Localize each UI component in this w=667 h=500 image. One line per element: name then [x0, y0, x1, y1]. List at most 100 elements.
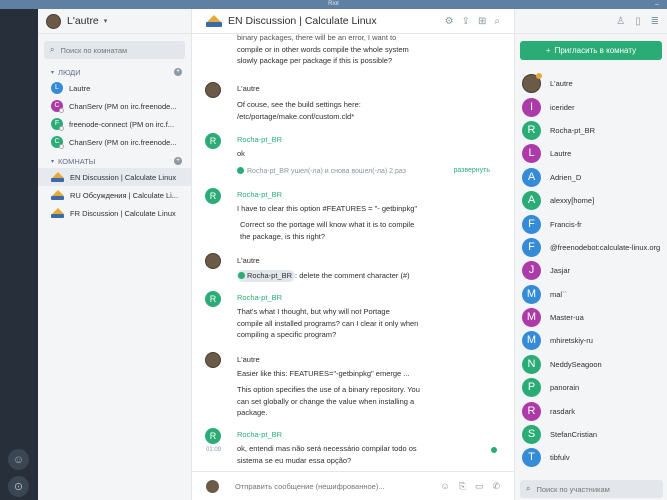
message-body: Correct so the portage will know what it…: [240, 219, 480, 242]
member-avatar: I: [522, 97, 541, 117]
room-search-input[interactable]: [60, 45, 179, 55]
add-person-icon[interactable]: +: [174, 68, 182, 76]
member-item[interactable]: S StefanCristian: [515, 423, 667, 446]
member-item[interactable]: R Rocha-pt_BR: [515, 119, 667, 142]
section-people[interactable]: ▾ ЛЮДИ +: [38, 65, 191, 79]
member-item[interactable]: Ppanorain: [515, 376, 667, 399]
member-avatar: J: [522, 261, 541, 281]
member-item[interactable]: Mmhiretskiy-ru: [515, 329, 667, 352]
spaces-bar: ☺ ⊙: [0, 9, 38, 500]
message-timeline[interactable]: binary packages, there will be an error,…: [192, 34, 514, 471]
room-list-panel: L'autre ▾ ⌕ ▾ ЛЮДИ + L Lautre C ChanServ (P…: [38, 9, 192, 500]
right-panel-tabs: ♙ ▯ ≣: [515, 9, 667, 34]
search-icon: ⌕: [526, 484, 531, 493]
room-item-label: EN Discussion | Calculate Linux: [70, 172, 177, 182]
files-icon[interactable]: ▯: [635, 16, 641, 27]
search-icon: ⌕: [50, 45, 55, 54]
room-header: EN Discussion | Calculate Linux ⚙ ⇪ ⊞ ⌕: [192, 9, 514, 34]
add-room-icon[interactable]: +: [174, 157, 182, 165]
members-icon[interactable]: ♙: [616, 16, 625, 27]
member-item[interactable]: M Master-ua: [515, 306, 667, 329]
message-line: Correct so the portage will know what it…: [240, 220, 415, 229]
sender-avatar[interactable]: R: [205, 188, 221, 204]
user-menu[interactable]: L'autre ▾: [38, 9, 191, 34]
person-avatar: C: [51, 136, 64, 149]
message-body: Rocha-pt_BR: delete the comment characte…: [237, 270, 477, 282]
room-avatar: [51, 189, 64, 201]
member-item[interactable]: Aalexxy[home]: [515, 189, 667, 212]
member-name: Rocha-pt_BR: [550, 125, 596, 135]
member-name: mal``: [550, 289, 568, 299]
attachment-icon[interactable]: ⎘: [459, 481, 466, 492]
sender-avatar[interactable]: R: [205, 291, 221, 307]
member-name: @freenodebot:calculate-linux.org: [550, 242, 661, 252]
search-icon[interactable]: ⌕: [494, 16, 500, 27]
people-item-label: freenode-connect (PM on irc.f...: [69, 119, 175, 129]
member-item[interactable]: L Lautre: [515, 142, 667, 165]
member-item[interactable]: F @freenodebot:calculate-linux.org: [515, 236, 667, 259]
people-item-label: Lautre: [69, 83, 91, 93]
room-item[interactable]: FR Discussion | Calculate Linux: [38, 204, 191, 222]
people-icon[interactable]: ☺: [8, 449, 29, 470]
video-call-icon[interactable]: ▭: [475, 481, 484, 492]
sender-name[interactable]: L'autre: [237, 256, 260, 265]
member-name: StefanCristian: [550, 430, 598, 440]
member-item[interactable]: L'autre: [515, 72, 667, 95]
member-item[interactable]: N NeddySeagoon: [515, 353, 667, 376]
minimize-icon[interactable]: –: [655, 0, 659, 9]
room-item[interactable]: RU Обсуждения | Calculate Li...: [38, 186, 191, 204]
member-search-input[interactable]: [536, 484, 647, 494]
user-pill[interactable]: Rocha-pt_BR: [237, 270, 296, 282]
sender-avatar[interactable]: [205, 352, 221, 368]
sender-name[interactable]: L'autre: [237, 84, 260, 93]
explore-icon[interactable]: ⊙: [8, 476, 29, 497]
member-item[interactable]: Rrasdark: [515, 399, 667, 422]
member-item[interactable]: Iicerider: [515, 95, 667, 118]
invite-button[interactable]: + Пригласить в комнату: [520, 41, 662, 60]
sender-name[interactable]: Rocha-pt_BR: [237, 190, 282, 199]
message-line: compiling a specific program?: [237, 330, 337, 339]
message-body: Easier like this: FEATURES="-getbinpkg" …: [237, 369, 410, 378]
room-item[interactable]: EN Discussion | Calculate Linux: [38, 168, 191, 186]
message-body: binary packages, there will be an error,…: [237, 34, 477, 67]
room-avatar[interactable]: [206, 14, 222, 28]
member-name: rasdark: [550, 406, 576, 416]
read-receipt-icon[interactable]: [491, 447, 497, 453]
member-avatar: M: [522, 331, 541, 351]
member-avatar: [522, 73, 542, 94]
people-item[interactable]: Ffreenode-connect (PM on irc.f...: [38, 115, 191, 133]
notifications-icon[interactable]: ≣: [651, 16, 659, 27]
room-title[interactable]: EN Discussion | Calculate Linux: [228, 15, 377, 27]
apps-icon[interactable]: ⊞: [478, 16, 486, 27]
people-item[interactable]: C ChanServ (PM on irc.freenode...: [38, 133, 191, 151]
sender-avatar[interactable]: [205, 82, 221, 98]
member-item[interactable]: F Francis-fr: [515, 212, 667, 235]
member-avatar: M: [522, 284, 541, 304]
message-line: ok, entendi mas não será necessário comp…: [237, 444, 417, 453]
sender-avatar[interactable]: [205, 253, 221, 269]
sender-name[interactable]: L'autre: [237, 355, 260, 364]
share-icon[interactable]: ⇪: [462, 16, 470, 27]
section-rooms[interactable]: ▾ КОМНАТЫ +: [38, 154, 191, 168]
message-input[interactable]: [235, 481, 415, 491]
room-avatar: [51, 207, 64, 219]
sender-name[interactable]: Rocha-pt_BR: [237, 293, 282, 302]
expand-link[interactable]: развернуть: [453, 167, 490, 174]
member-item[interactable]: Ttibfulv: [515, 446, 667, 469]
member-avatar: S: [522, 425, 541, 445]
settings-icon[interactable]: ⚙: [445, 16, 454, 27]
message-line: compile all installed programs? can I cl…: [237, 318, 419, 328]
member-item[interactable]: Mmal``: [515, 283, 667, 306]
sender-name[interactable]: Rocha-pt_BR: [237, 135, 282, 144]
people-item[interactable]: L Lautre: [38, 79, 191, 97]
people-item[interactable]: C ChanServ (PM on irc.freenode...: [38, 97, 191, 115]
voice-call-icon[interactable]: ✆: [492, 481, 500, 492]
sender-name[interactable]: Rocha-pt_BR: [237, 430, 282, 439]
member-item[interactable]: A Adrien_D: [515, 166, 667, 189]
sender-avatar[interactable]: R: [205, 428, 221, 444]
message-composer: ☺ ⎘ ▭ ✆: [192, 471, 514, 500]
member-item[interactable]: J Jasjar: [515, 259, 667, 282]
sender-avatar[interactable]: R: [205, 133, 221, 149]
message-line: compile or in other words compile the wh…: [237, 44, 409, 54]
emoji-icon[interactable]: ☺: [441, 481, 450, 492]
